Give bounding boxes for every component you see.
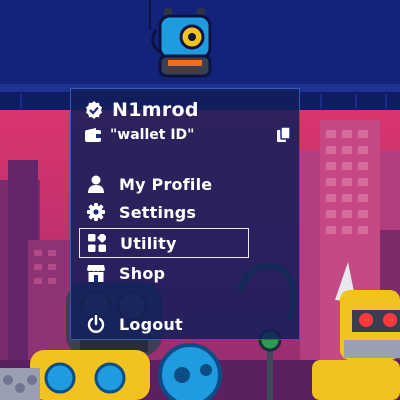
- grid-icon: [87, 233, 107, 253]
- power-icon: [86, 314, 106, 334]
- person-icon: [86, 174, 106, 194]
- menu-item-logout[interactable]: Logout: [79, 310, 249, 338]
- menu-item-label: Settings: [119, 202, 197, 222]
- wallet-id: "wallet ID": [110, 127, 195, 143]
- menu-item-label: Utility: [120, 233, 177, 253]
- copy-icon: [277, 126, 291, 142]
- wallet-row: "wallet ID": [85, 126, 291, 143]
- menu-item-label: Shop: [119, 263, 166, 283]
- menu-item-label: Logout: [119, 314, 183, 334]
- menu-item-shop[interactable]: Shop: [79, 259, 249, 287]
- profile-dropdown-menu: N1mrod "wallet ID" My Profile Settings U…: [70, 88, 300, 340]
- gear-icon: [86, 202, 106, 222]
- wallet-icon: [85, 128, 101, 142]
- center-robot: [158, 343, 222, 400]
- username: N1mrod: [112, 99, 199, 121]
- game-screen: N1mrod "wallet ID" My Profile Settings U…: [0, 0, 400, 400]
- user-header: N1mrod: [85, 99, 199, 121]
- verified-badge-icon: [86, 101, 102, 119]
- menu-item-settings[interactable]: Settings: [79, 198, 249, 226]
- shop-icon: [86, 263, 106, 283]
- menu-item-my-profile[interactable]: My Profile: [79, 170, 249, 198]
- copy-wallet-button[interactable]: [277, 126, 291, 147]
- menu-item-utility[interactable]: Utility: [79, 228, 249, 258]
- menu-item-label: My Profile: [119, 174, 213, 194]
